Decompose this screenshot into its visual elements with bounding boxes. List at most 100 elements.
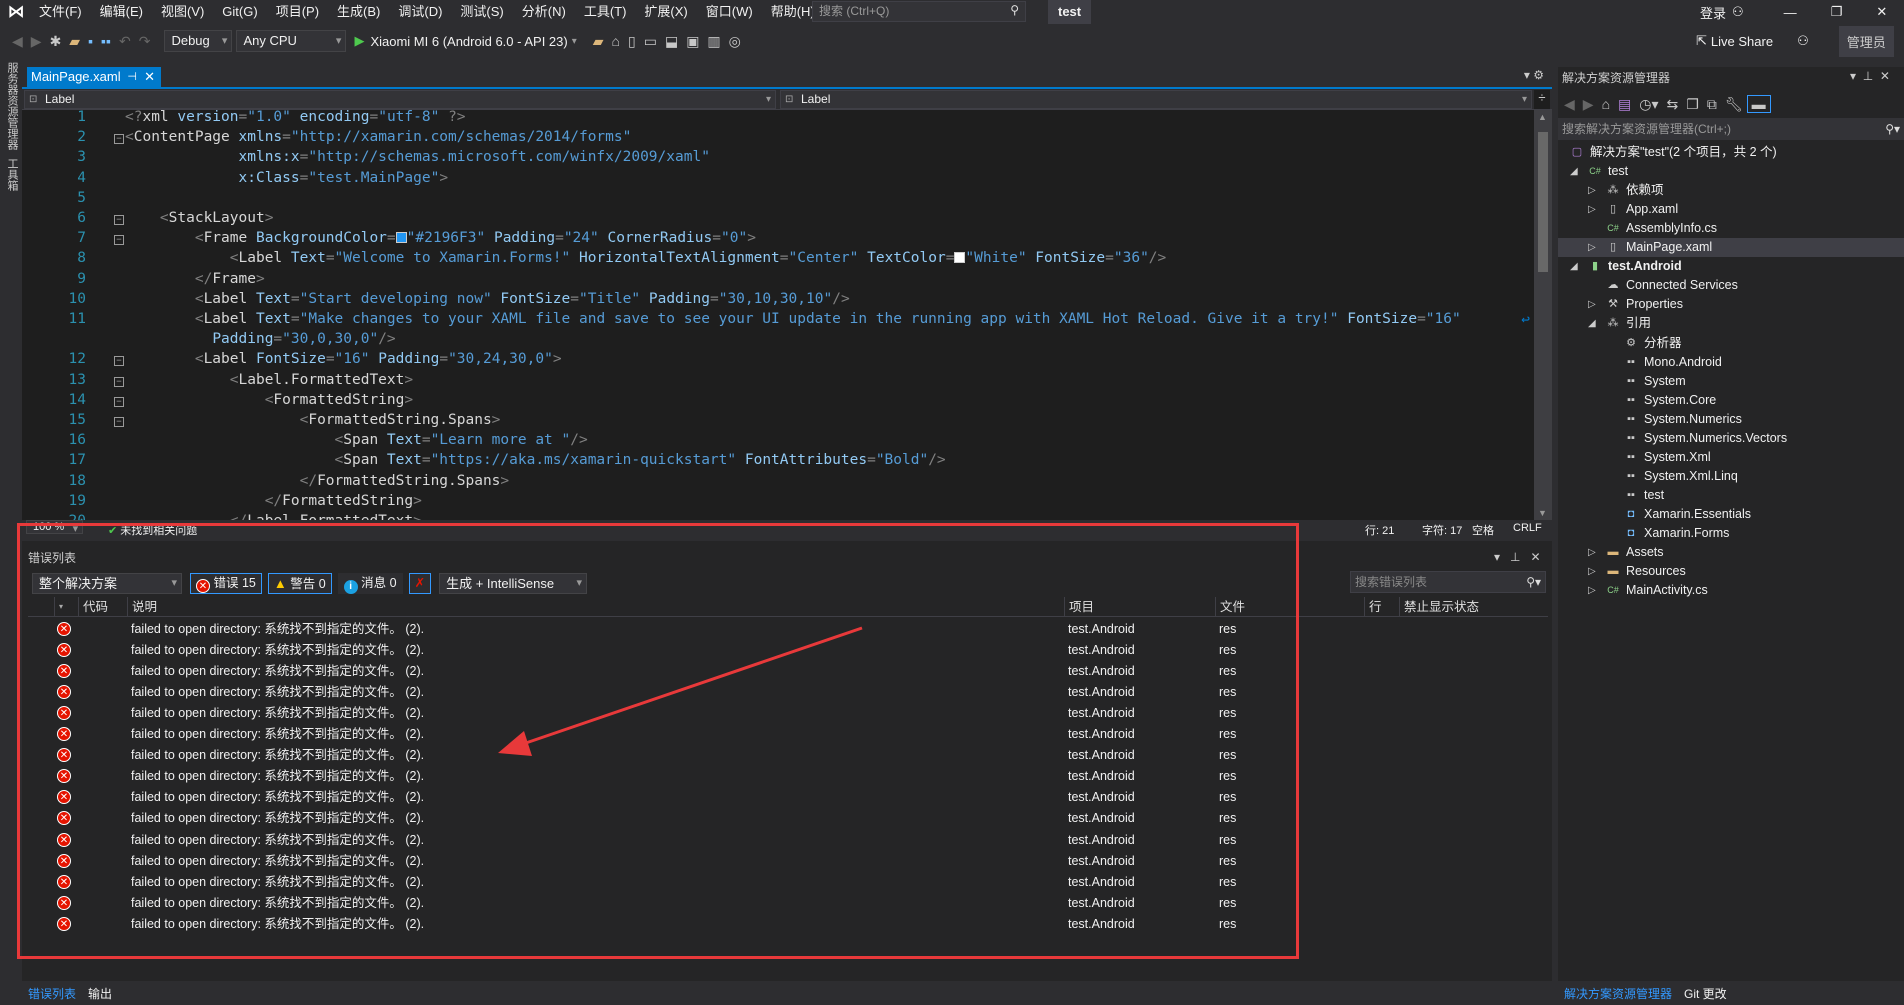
error-row[interactable]: ✕ failed to open directory: 系统找不到指定的文件。 (… [28,830,1548,851]
error-row[interactable]: ✕ failed to open directory: 系统找不到指定的文件。 (… [28,661,1548,682]
issues-indicator[interactable]: ✔ 未找到相关问题 [108,522,197,538]
restore-button[interactable]: ❐ [1831,4,1843,20]
xamarin-inspector-icon[interactable]: ◎ [725,33,745,50]
errors-filter-button[interactable]: ✕ 错误 15 [190,573,262,594]
error-row[interactable]: ✕ failed to open directory: 系统找不到指定的文件。 (… [28,724,1548,745]
error-row[interactable]: ✕ failed to open directory: 系统找不到指定的文件。 (… [28,766,1548,787]
adb-command-prompt-icon[interactable]: ▣ [682,33,703,50]
sign-in-button[interactable]: 登录 [1700,3,1726,22]
tree-item[interactable]: ◘ Xamarin.Forms [1558,524,1904,543]
navbar-right-dropdown[interactable]: ⊡ Label [780,90,1532,109]
tree-item[interactable]: ▷ ▬ Resources [1558,562,1904,581]
android-device-manager-icon[interactable]: ▭ [640,33,661,50]
tree-item[interactable]: ☁ Connected Services [1558,276,1904,295]
menu-item[interactable]: 调试(D) [389,0,451,24]
collapsed-arrow-icon[interactable]: ▷ [1588,543,1596,562]
column-code[interactable]: 代码 [78,597,131,617]
scroll-down-icon[interactable]: ▼ [1538,508,1547,518]
tree-item[interactable]: C# AssemblyInfo.cs [1558,219,1904,238]
menu-item[interactable]: 生成(B) [328,0,389,24]
menu-item[interactable]: 视图(V) [152,0,213,24]
collapsed-arrow-icon[interactable]: ▷ [1588,238,1596,257]
switch-views-icon[interactable]: ▤ [1614,96,1635,113]
tree-item[interactable]: ▷ ▯ MainPage.xaml [1558,238,1904,258]
split-editor-icon[interactable]: ÷ [1534,90,1550,109]
menu-item[interactable]: 编辑(E) [91,0,152,24]
close-tab-icon[interactable]: ✕ [144,67,155,87]
expanded-arrow-icon[interactable]: ◢ [1588,314,1596,333]
fold-toggle-icon[interactable]: − [114,356,124,367]
expanded-arrow-icon[interactable]: ◢ [1570,162,1578,181]
menu-item[interactable]: 分析(N) [513,0,575,24]
collapsed-arrow-icon[interactable]: ▷ [1588,581,1596,600]
fold-toggle-icon[interactable]: − [114,417,124,427]
tree-item[interactable]: ◢ ⁂ 引用 [1558,314,1904,333]
menu-item[interactable]: 项目(P) [267,0,328,24]
column-description[interactable]: 说明 [127,597,1067,617]
new-project-icon[interactable]: ✱ [46,33,66,50]
tree-item[interactable]: ⚙ 分析器 [1558,334,1904,353]
home-icon[interactable]: ⌂ [1598,96,1614,112]
tree-item[interactable]: ◢ ▮ test.Android [1558,257,1904,276]
solution-explorer-search-input[interactable]: 搜索解决方案资源管理器(Ctrl+;) ⚲▾ [1558,118,1904,140]
navbar-left-dropdown[interactable]: ⊡ Label [24,90,776,109]
device-log-icon[interactable]: ▯ [624,33,640,50]
close-icon[interactable]: ✕ [1531,550,1541,564]
undo-icon[interactable]: ↶ [115,33,135,50]
fold-toggle-icon[interactable]: − [114,134,124,145]
forward-icon[interactable]: ▶ [1579,96,1598,113]
redo-icon[interactable]: ↷ [135,33,155,50]
feedback-icon[interactable]: ⚇ [1797,33,1809,49]
start-debugging-button[interactable]: ▶ Xiaomi MI 6 (Android 6.0 - API 23) ▾ [354,33,576,49]
dropdown-icon[interactable]: ▾ [1494,550,1500,564]
pin-icon[interactable]: ⊥ [1863,69,1873,83]
error-row[interactable]: ✕ failed to open directory: 系统找不到指定的文件。 (… [28,640,1548,661]
scroll-up-icon[interactable]: ▲ [1538,112,1547,122]
tree-item[interactable]: ▪▪ System.Xml [1558,448,1904,467]
tree-item[interactable]: ▢ 解决方案"test"(2 个项目，共 2 个) [1558,143,1904,162]
column-suppression[interactable]: 禁止显示状态 [1399,597,1527,617]
expanded-arrow-icon[interactable]: ◢ [1570,257,1578,276]
menu-item[interactable]: 窗口(W) [697,0,762,24]
tree-item[interactable]: ▪▪ System.Numerics [1558,410,1904,429]
search-input[interactable]: 搜索 (Ctrl+Q) ⚲ [812,1,1026,22]
line-ending[interactable]: CRLF [1513,522,1542,534]
fold-toggle-icon[interactable]: − [114,235,124,246]
back-icon[interactable]: ◀ [8,33,27,50]
tree-item[interactable]: ▷ ▬ Assets [1558,543,1904,562]
pending-changes-filter-icon[interactable]: ◷▾ [1635,96,1662,113]
tab-error-list[interactable]: 错误列表 [22,984,83,1004]
tree-item[interactable]: ▪▪ System [1558,372,1904,391]
save-icon[interactable]: ▪ [84,33,97,49]
tree-item[interactable]: ▪▪ test [1558,486,1904,505]
menu-item[interactable]: 文件(F) [30,0,91,24]
error-list-search-input[interactable]: 搜索错误列表 ⚲▾ [1350,571,1546,593]
collapse-all-icon[interactable]: ❐ [1682,96,1703,113]
tree-item[interactable]: ▪▪ Mono.Android [1558,353,1904,372]
tab-git-changes[interactable]: Git 更改 [1678,984,1733,1004]
tab-mainpage-xaml[interactable]: MainPage.xaml ⊣ ✕ [27,67,161,87]
menu-item[interactable]: 扩展(X) [635,0,696,24]
collapsed-arrow-icon[interactable]: ▷ [1588,181,1596,200]
tab-output[interactable]: 输出 [82,984,118,1004]
collapsed-arrow-icon[interactable]: ▷ [1588,200,1596,219]
collapsed-arrow-icon[interactable]: ▷ [1588,295,1596,314]
tree-item[interactable]: ▪▪ System.Xml.Linq [1558,467,1904,486]
tree-item[interactable]: ▷ ⁂ 依赖项 [1558,181,1904,200]
collapsed-arrow-icon[interactable]: ▷ [1588,562,1596,581]
scrollbar-thumb[interactable] [1538,132,1548,272]
open-icon[interactable]: ▰ [65,33,84,50]
fold-toggle-icon[interactable]: − [114,215,124,225]
zoom-dropdown[interactable]: 100 % [26,520,84,534]
account-icon[interactable]: ⚇ [1732,4,1744,20]
column-file[interactable]: 文件 [1215,597,1368,617]
browser-link-icon[interactable]: ⌂ [608,33,624,49]
dropdown-icon[interactable]: ▾ [1850,69,1856,83]
settings-gear-icon[interactable]: ▾ ⚙ [1524,68,1544,82]
tree-item[interactable]: ▪▪ System.Numerics.Vectors [1558,429,1904,448]
live-share-button[interactable]: ⇱ Live Share [1696,33,1773,49]
error-row[interactable]: ✕ failed to open directory: 系统找不到指定的文件。 (… [28,808,1548,829]
tree-item[interactable]: ▪▪ System.Core [1558,391,1904,410]
warnings-filter-button[interactable]: ▲ 警告 0 [267,573,332,594]
tab-solution-explorer[interactable]: 解决方案资源管理器 [1558,984,1679,1004]
